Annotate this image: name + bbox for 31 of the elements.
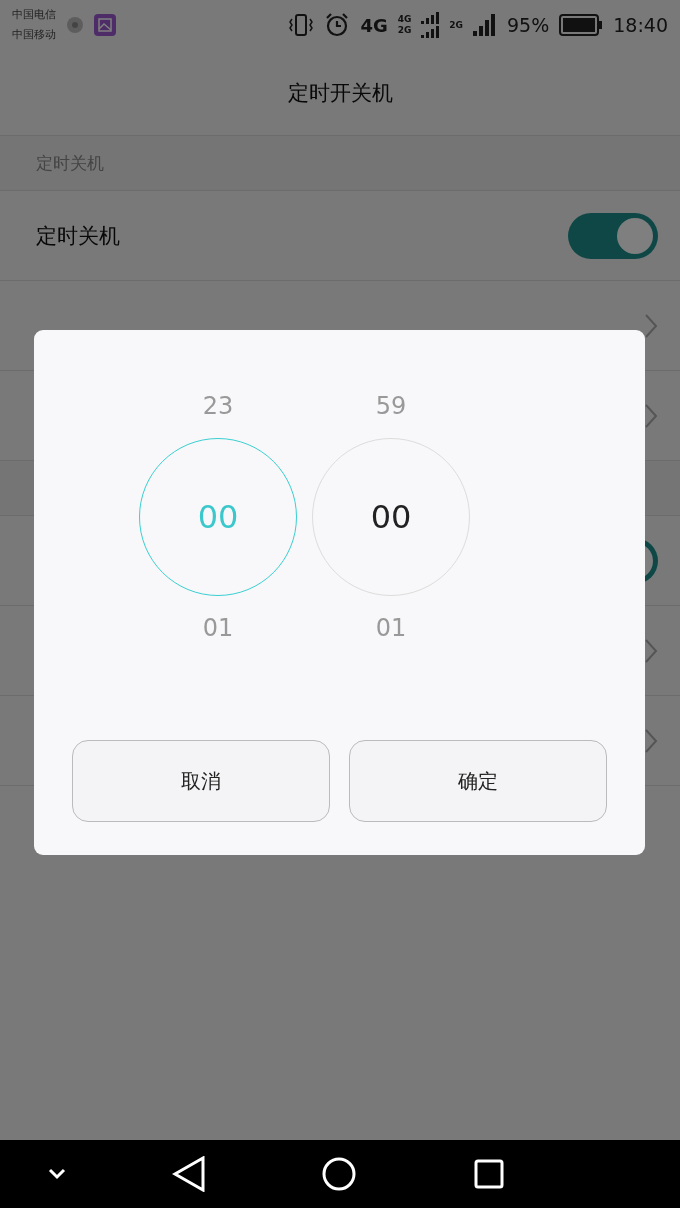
picker-option[interactable]: 01 — [202, 610, 234, 646]
carrier-name: 中国电信 — [12, 7, 56, 23]
confirm-button[interactable]: 确定 — [349, 740, 607, 822]
row-label: 定时关机 — [36, 222, 121, 250]
picker-option[interactable]: 23 — [202, 388, 234, 424]
picker-option[interactable]: 59 — [375, 388, 407, 424]
toggle-switch[interactable] — [568, 212, 658, 259]
page-title: 定时开关机 — [287, 79, 393, 107]
battery-icon — [559, 14, 604, 36]
signal-icon — [421, 11, 440, 39]
chevron-right-icon — [644, 637, 658, 664]
chevron-right-icon — [644, 312, 658, 339]
signal-icon — [473, 13, 497, 37]
chevron-right-icon — [644, 727, 658, 754]
battery-percent: 95% — [507, 14, 550, 36]
network-type: 4G — [360, 14, 388, 36]
chevron-down-icon[interactable] — [48, 1168, 66, 1180]
back-icon[interactable] — [172, 1156, 206, 1192]
hotspot-icon — [66, 16, 84, 34]
network-type: 2G — [449, 19, 463, 31]
chevron-right-icon — [644, 402, 658, 429]
home-icon[interactable] — [322, 1157, 356, 1191]
cancel-button[interactable]: 取消 — [72, 740, 330, 822]
vibrate-icon — [288, 12, 315, 38]
clock-time: 18:40 — [613, 14, 668, 36]
image-icon — [94, 14, 116, 36]
carrier-name: 中国移动 — [12, 27, 56, 43]
recents-icon[interactable] — [474, 1159, 504, 1189]
picker-option[interactable]: 01 — [375, 610, 407, 646]
network-type: 4G — [397, 14, 412, 25]
network-type: 2G — [397, 25, 412, 36]
